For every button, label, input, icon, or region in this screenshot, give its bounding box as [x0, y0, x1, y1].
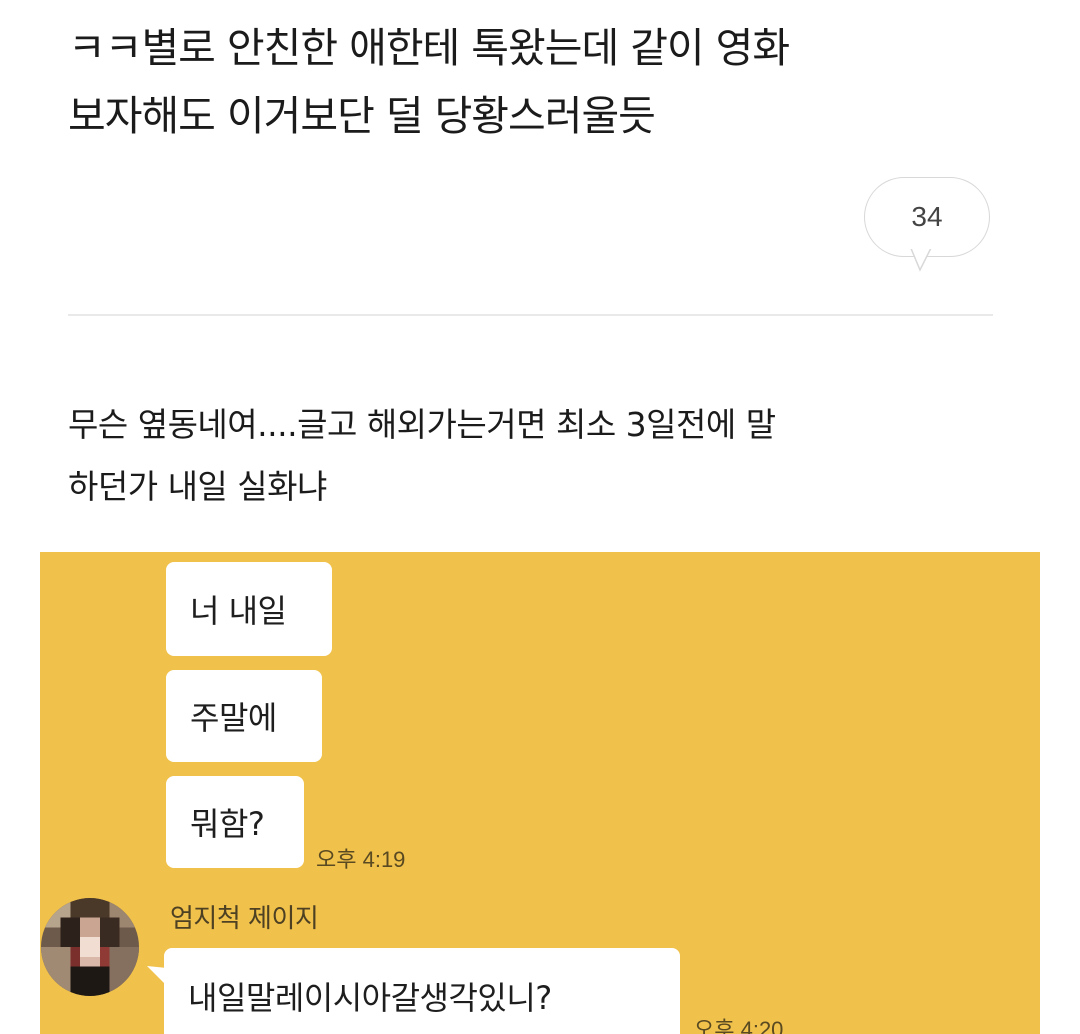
comment-2-line-2: 하던가 내일 실화냐: [68, 467, 327, 506]
comment-1-line-2: 보자해도 이거보단 덜 당황스러울듯: [68, 92, 656, 140]
chat-screenshot: 너 내일 주말에 뭐함? 오후 4:19 엄지척 제이지 내일말레이시아갈생각있…: [40, 552, 1040, 1034]
chat-bubble-sent: 너 내일: [166, 562, 332, 656]
chat-bubble-text: 내일말레이시아갈생각있니?: [188, 979, 552, 1017]
chat-bubble-sent: 뭐함?: [166, 776, 304, 868]
chat-bubble-received: 내일말레이시아갈생각있니?: [164, 948, 680, 1034]
chat-bubble-sent: 주말에: [166, 670, 322, 762]
message-timestamp: 오후 4:19: [316, 847, 406, 872]
chat-bubble-text: 너 내일: [190, 592, 287, 630]
sender-name: 엄지척 제이지: [170, 904, 319, 934]
blurred-avatar-icon: [41, 898, 139, 996]
reply-count: 34: [911, 201, 943, 232]
comment-2-text: 무슨 옆동네여....글고 해외가는거면 최소 3일전에 말 하던가 내일 실화…: [68, 394, 1008, 518]
comment-divider: [68, 314, 993, 316]
comment-1-line-1: ㅋㅋ별로 안친한 애한테 톡왔는데 같이 영화: [68, 24, 790, 72]
message-timestamp: 오후 4:20: [694, 1017, 784, 1034]
comment-2: 무슨 옆동네여....글고 해외가는거면 최소 3일전에 말 하던가 내일 실화…: [68, 394, 1008, 518]
comment-2-line-1: 무슨 옆동네여....글고 해외가는거면 최소 3일전에 말: [68, 405, 776, 444]
speech-bubble-tail-icon: [908, 246, 934, 272]
reply-count-button[interactable]: 34: [864, 177, 990, 257]
comment-1-text: ㅋㅋ별로 안친한 애한테 톡왔는데 같이 영화 보자해도 이거보단 덜 당황스러…: [68, 14, 1008, 150]
comment-1: ㅋㅋ별로 안친한 애한테 톡왔는데 같이 영화 보자해도 이거보단 덜 당황스러…: [68, 14, 1008, 150]
chat-bubble-text: 주말에: [190, 699, 277, 737]
chat-bubble-text: 뭐함?: [190, 805, 265, 843]
